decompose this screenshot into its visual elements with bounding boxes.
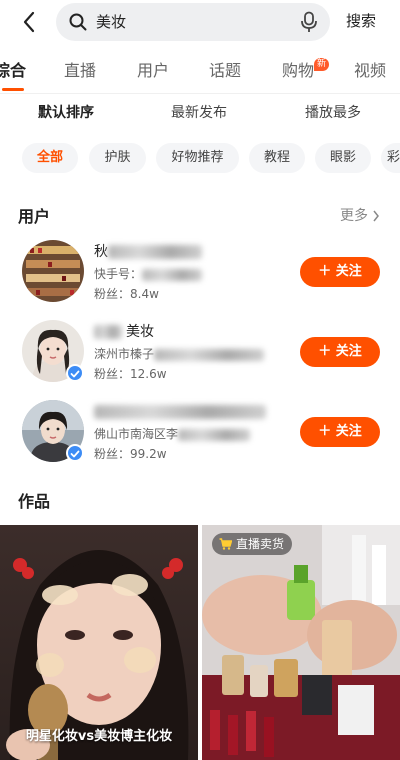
more-users-link[interactable]: 更多 [340, 206, 380, 226]
live-selling-tag: 直播卖货 [212, 533, 293, 555]
blurred-text [154, 348, 265, 361]
user-name-visible: 秋 [94, 244, 108, 260]
category-tabs: 综合 直播 用户 话题 购物 视频 [0, 52, 400, 92]
sort-newest[interactable]: 最新发布 [171, 103, 227, 123]
user-name: 秋 [94, 242, 202, 262]
follow-button[interactable]: ＋ 关注 [300, 337, 380, 367]
blurred-text [94, 325, 122, 339]
live-tag-label: 直播卖货 [236, 537, 285, 551]
search-button[interactable]: 搜索 [346, 10, 376, 32]
user-row[interactable]: 秋 快手号： 粉丝：8.4w ＋ 关注 [0, 232, 400, 312]
search-box[interactable]: 美妆 [56, 3, 330, 41]
tab-topics[interactable]: 话题 [209, 60, 241, 82]
user-location: 佛山市南海区李 [94, 425, 251, 443]
user-row[interactable]: 佛山市南海区李 粉丝：99.2w ＋ 关注 [0, 392, 400, 472]
blurred-text [178, 428, 251, 441]
tab-videos[interactable]: 视频 [354, 60, 386, 82]
user-id: 快手号： [94, 265, 203, 283]
shopping-cart-icon [219, 538, 232, 550]
more-label: 更多 [340, 208, 368, 224]
search-icon [69, 13, 87, 31]
search-header: 美妆 搜索 [0, 0, 400, 46]
user-row[interactable]: 美妆 滦州市榛子 粉丝：12.6w ＋ 关注 [0, 312, 400, 392]
user-fans: 粉丝：12.6w [94, 367, 167, 381]
active-tab-indicator [2, 88, 24, 91]
blurred-text [94, 405, 266, 419]
work-caption: 明星化妆vs美妆博主化妆 [25, 729, 173, 744]
follow-button[interactable]: ＋ 关注 [300, 257, 380, 287]
chevron-right-icon [373, 210, 380, 222]
user-location-visible: 滦州市榛子 [94, 347, 155, 361]
blurred-text [108, 245, 202, 259]
chip-tutorial[interactable]: 教程 [249, 143, 305, 173]
user-fans: 粉丝：8.4w [94, 287, 159, 301]
chip-all[interactable]: 全部 [22, 143, 78, 173]
video-thumbnail [202, 525, 400, 760]
user-location: 滦州市榛子 [94, 345, 265, 363]
tab-shopping[interactable]: 购物 [282, 60, 314, 82]
user-name: 美妆 [94, 322, 154, 342]
chip-recommended[interactable]: 好物推荐 [156, 143, 239, 173]
blurred-text [142, 268, 203, 281]
user-location-visible: 佛山市南海区李 [94, 427, 179, 441]
search-input[interactable]: 美妆 [96, 12, 126, 32]
user-name [94, 402, 266, 422]
work-card[interactable]: 明星化妆vs美妆博主化妆 [0, 525, 198, 760]
chip-eyeshadow[interactable]: 眼影 [315, 143, 371, 173]
user-id-visible: 快手号： [94, 267, 143, 281]
divider [0, 93, 400, 94]
verified-badge-icon [66, 444, 84, 462]
chip-makeup[interactable]: 彩 [381, 143, 400, 173]
new-badge: 新 [314, 58, 330, 71]
user-name-visible: 美妆 [126, 324, 154, 340]
section-title-works: 作品 [18, 492, 51, 511]
verified-badge-icon [66, 364, 84, 382]
sort-most-played[interactable]: 播放最多 [305, 103, 361, 123]
section-title-users: 用户 [18, 207, 51, 226]
chip-skincare[interactable]: 护肤 [89, 143, 146, 173]
store-shelf-image [22, 240, 84, 302]
tab-users[interactable]: 用户 [137, 60, 169, 82]
avatar[interactable] [22, 240, 84, 302]
sort-default[interactable]: 默认排序 [38, 103, 94, 123]
tab-comprehensive[interactable]: 综合 [0, 60, 26, 82]
follow-button[interactable]: ＋ 关注 [300, 417, 380, 447]
video-thumbnail [0, 525, 198, 760]
user-fans: 粉丝：99.2w [94, 447, 167, 461]
back-arrow-icon[interactable] [18, 8, 42, 36]
work-card[interactable]: 直播卖货 [202, 525, 400, 760]
tab-live[interactable]: 直播 [64, 60, 96, 82]
microphone-icon[interactable] [300, 11, 318, 33]
